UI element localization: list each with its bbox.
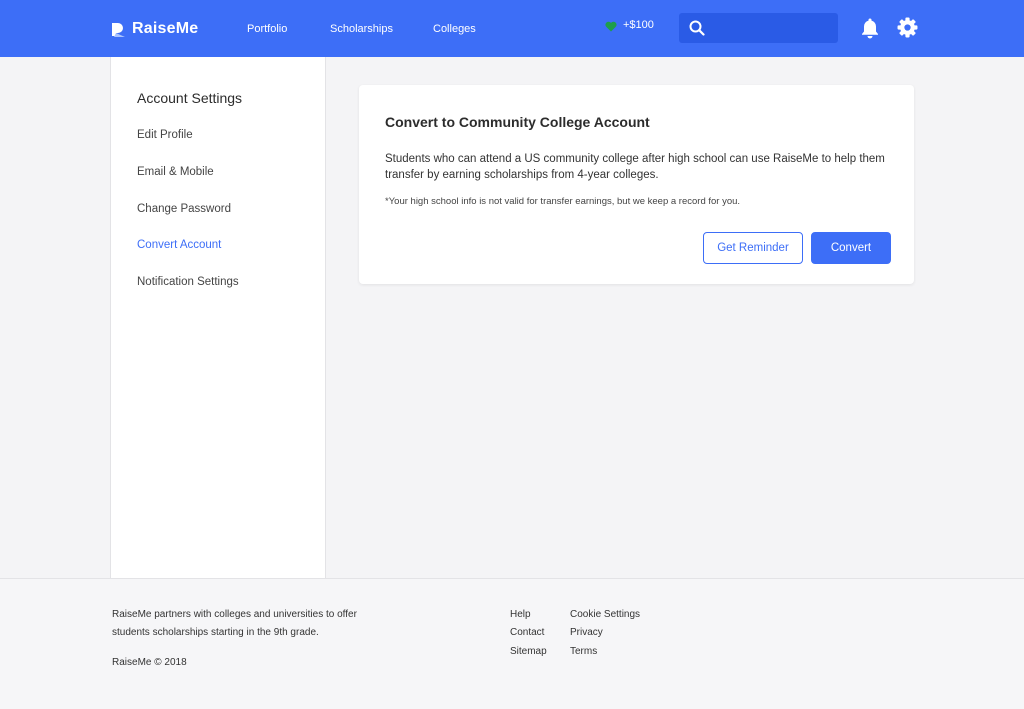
top-nav-bar: RaiseMe Portfolio Scholarships Colleges … xyxy=(0,0,1024,57)
sidebar-item-email-mobile[interactable]: Email & Mobile xyxy=(137,166,214,178)
sidebar-item-convert-account[interactable]: Convert Account xyxy=(137,239,221,251)
bell-icon[interactable] xyxy=(860,17,880,39)
card-note: *Your high school info is not valid for … xyxy=(385,196,741,207)
footer-link-help[interactable]: Help xyxy=(510,609,531,620)
sidebar-title: Account Settings xyxy=(137,90,243,106)
earnings-summary[interactable]: +$100 xyxy=(605,18,654,32)
raiseme-logo-icon xyxy=(112,22,125,37)
footer-link-privacy[interactable]: Privacy xyxy=(570,627,603,638)
card-title: Convert to Community College Account xyxy=(385,114,650,130)
page-footer: RaiseMe partners with colleges and unive… xyxy=(0,578,1024,709)
earnings-amount: +$100 xyxy=(623,19,654,31)
footer-link-cookie-settings[interactable]: Cookie Settings xyxy=(570,609,640,620)
gear-icon[interactable] xyxy=(897,17,918,38)
card-description: Students who can attend a US community c… xyxy=(385,153,885,181)
settings-sidebar: Account Settings Edit Profile Email & Mo… xyxy=(110,57,326,578)
search-box[interactable] xyxy=(679,13,838,43)
search-icon xyxy=(689,20,705,36)
sidebar-item-edit-profile[interactable]: Edit Profile xyxy=(137,129,193,141)
sidebar-item-notification-settings[interactable]: Notification Settings xyxy=(137,276,239,288)
get-reminder-button[interactable]: Get Reminder xyxy=(703,232,803,264)
brand-name: RaiseMe xyxy=(132,20,199,37)
footer-link-sitemap[interactable]: Sitemap xyxy=(510,646,547,657)
raiseme-logo[interactable]: RaiseMe xyxy=(110,18,198,40)
footer-about-line-2: students scholarships starting in the 9t… xyxy=(112,627,319,638)
convert-button[interactable]: Convert xyxy=(811,232,891,264)
footer-about-line-1: RaiseMe partners with colleges and unive… xyxy=(112,609,357,620)
convert-account-card: Convert to Community College Account Stu… xyxy=(359,85,914,284)
footer-link-terms[interactable]: Terms xyxy=(570,646,597,657)
nav-colleges[interactable]: Colleges xyxy=(433,23,476,35)
footer-link-contact[interactable]: Contact xyxy=(510,627,544,638)
footer-copyright: RaiseMe © 2018 xyxy=(112,657,187,668)
nav-scholarships[interactable]: Scholarships xyxy=(330,23,393,35)
search-input[interactable] xyxy=(713,19,831,37)
heart-icon xyxy=(605,21,617,32)
sidebar-item-change-password[interactable]: Change Password xyxy=(137,203,231,215)
nav-portfolio[interactable]: Portfolio xyxy=(247,23,287,35)
